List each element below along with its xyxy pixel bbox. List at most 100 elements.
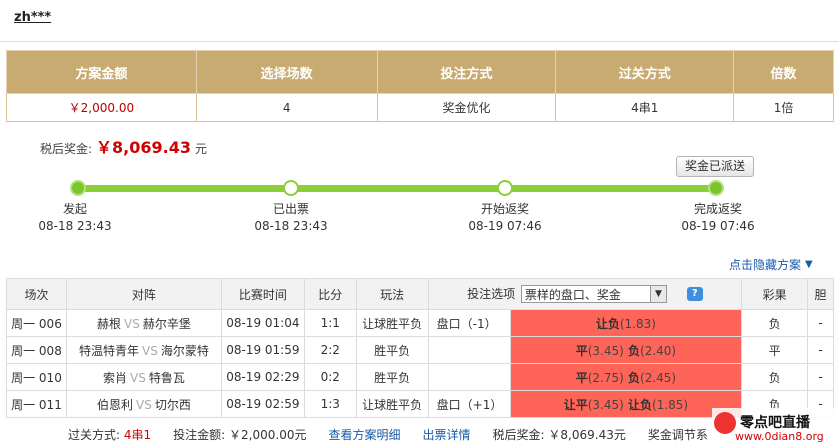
cell-extra: - [807,309,834,337]
step-label-payout-done: 完成返奖 [693,202,742,216]
footer-pass-value: 4串1 [123,428,152,442]
progress-node-payout-start [497,180,513,196]
away-team[interactable]: 赫尔辛堡 [143,317,191,331]
triangle-down-icon: ▼ [805,259,813,270]
watermark-title: 零点吧直播 [740,415,810,431]
cell-picks: 平(3.45) 负(2.40) [509,336,743,364]
col-result: 彩果 [741,278,808,310]
matches-table: 场次 对阵 比赛时间 比分 玩法 投注选项 票样的盘口、奖金 ▼ ? 彩果 胆 … [6,278,834,418]
col-bet-option: 投注选项 票样的盘口、奖金 ▼ ? [427,278,743,310]
summary-header-bet-type: 投注方式 [376,50,557,94]
summary-header-pass-type: 过关方式 [555,50,735,94]
summary-value-count: 4 [195,93,378,122]
table-row: 周一 008 特温特青年 VS 海尔蒙特 08-19 01:59 2:2 胜平负 平… [6,336,834,364]
home-team[interactable]: 伯恩利 [97,398,133,412]
away-team[interactable]: 特鲁瓦 [149,371,185,385]
pick-odd: (3.45) [587,343,624,358]
home-team[interactable]: 特温特青年 [79,344,139,358]
help-icon[interactable]: ? [686,287,703,302]
cell-session: 周一 011 [6,390,67,418]
vs-text: VS [129,370,146,385]
pick-odd: (1.85) [652,397,689,412]
summary-table: 方案金额 选择场数 投注方式 过关方式 倍数 ￥2,000.00 4 奖金优化 … [6,50,834,122]
select-value: 票样的盘口、奖金 [524,287,621,302]
pick-odd: (2.45) [640,370,677,385]
away-team[interactable]: 海尔蒙特 [161,344,209,358]
footer-after-tax-value: ￥8,069.43 [548,428,614,442]
cell-session: 周一 006 [6,309,67,337]
cell-handicap [427,336,511,364]
pick-name: 让负 [628,397,653,412]
watermark-logo-icon [714,412,736,434]
cell-result: 负 [741,363,808,391]
step-time-payout-done: 08-19 07:46 [681,219,755,233]
cell-teams: 伯恩利 VS 切尔西 [65,390,222,418]
chevron-down-icon: ▼ [649,286,666,303]
cell-time: 08-19 01:04 [220,309,305,337]
pick-odd: (1.83) [619,316,656,331]
summary-value-multiple: 1倍 [733,93,834,122]
pick-name: 让平 [563,397,588,412]
col-time: 比赛时间 [220,278,305,310]
pick-odd: (2.75) [587,370,624,385]
vs-text: VS [135,397,152,412]
footer-pass-label: 过关方式: [68,428,121,442]
summary-header-count: 选择场数 [195,50,378,94]
cell-teams: 索肖 VS 特鲁瓦 [65,363,222,391]
home-team[interactable]: 赫根 [97,317,121,331]
user-name[interactable]: zh*** [14,10,51,25]
cell-play: 让球胜平负 [355,390,429,418]
cell-handicap: 盘口（+1） [427,390,511,418]
prize-label: 税后奖金: [40,142,93,156]
home-team[interactable]: 索肖 [103,371,127,385]
step-time-ticketed: 08-18 23:43 [254,219,328,233]
cell-result: 平 [741,336,808,364]
step-time-started: 08-18 23:43 [38,219,112,233]
hide-plan-link[interactable]: 点击隐藏方案 ▼ [729,256,813,273]
col-teams: 对阵 [65,278,222,310]
cell-extra: - [807,336,834,364]
cell-result: 负 [741,309,808,337]
cell-play: 让球胜平负 [355,309,429,337]
view-plan-detail-link[interactable]: 查看方案明细 [329,426,401,443]
vs-text: VS [123,316,140,331]
footer-bet-amount-value: ￥2,000.00 [229,428,295,442]
cell-teams: 赫根 VS 赫尔辛堡 [65,309,222,337]
pick-odd: (3.45) [587,397,624,412]
step-time-payout-start: 08-19 07:46 [468,219,542,233]
cell-session: 周一 008 [6,336,67,364]
pick-name: 负 [628,370,641,385]
ticket-style-select[interactable]: 票样的盘口、奖金 ▼ [520,285,667,304]
ticket-detail-link[interactable]: 出票详情 [423,426,471,443]
cell-time: 08-19 02:29 [220,363,305,391]
away-team[interactable]: 切尔西 [155,398,191,412]
footer-bet-amount: 投注金额: ￥2,000.00元 [173,426,306,443]
footer-after-tax-unit: 元 [613,428,626,442]
pick-name: 让负 [595,316,620,331]
cell-score: 1:3 [303,390,357,418]
step-label-started: 发起 [62,202,87,216]
col-session: 场次 [6,278,67,310]
cell-handicap [427,363,511,391]
footer-after-tax-label: 税后奖金: [492,428,545,442]
cell-play: 胜平负 [355,363,429,391]
pick-odd: (2.40) [640,343,677,358]
hide-plan-label: 点击隐藏方案 [729,258,802,272]
cell-extra: - [807,363,834,391]
progress-track [76,185,718,192]
pick-name: 平 [575,370,588,385]
footer-bet-amount-unit: 元 [294,428,307,442]
cell-handicap: 盘口（-1） [427,309,511,337]
table-row: 周一 011 伯恩利 VS 切尔西 08-19 02:59 1:3 让球胜平负 盘口… [6,390,834,418]
prize-distributed-button[interactable]: 奖金已派送 [676,156,754,177]
summary-header-amount: 方案金额 [6,50,197,94]
table-row: 周一 010 索肖 VS 特鲁瓦 08-19 02:29 0:2 胜平负 平(2.7… [6,363,834,391]
cell-play: 胜平负 [355,336,429,364]
col-extra: 胆 [807,278,834,310]
footer-pass: 过关方式: 4串1 [68,426,151,443]
cell-score: 2:2 [303,336,357,364]
summary-value-amount: ￥2,000.00 [6,93,197,122]
progress-node-payout-done [708,180,724,196]
prize-unit: 元 [195,142,208,156]
cell-score: 1:1 [303,309,357,337]
